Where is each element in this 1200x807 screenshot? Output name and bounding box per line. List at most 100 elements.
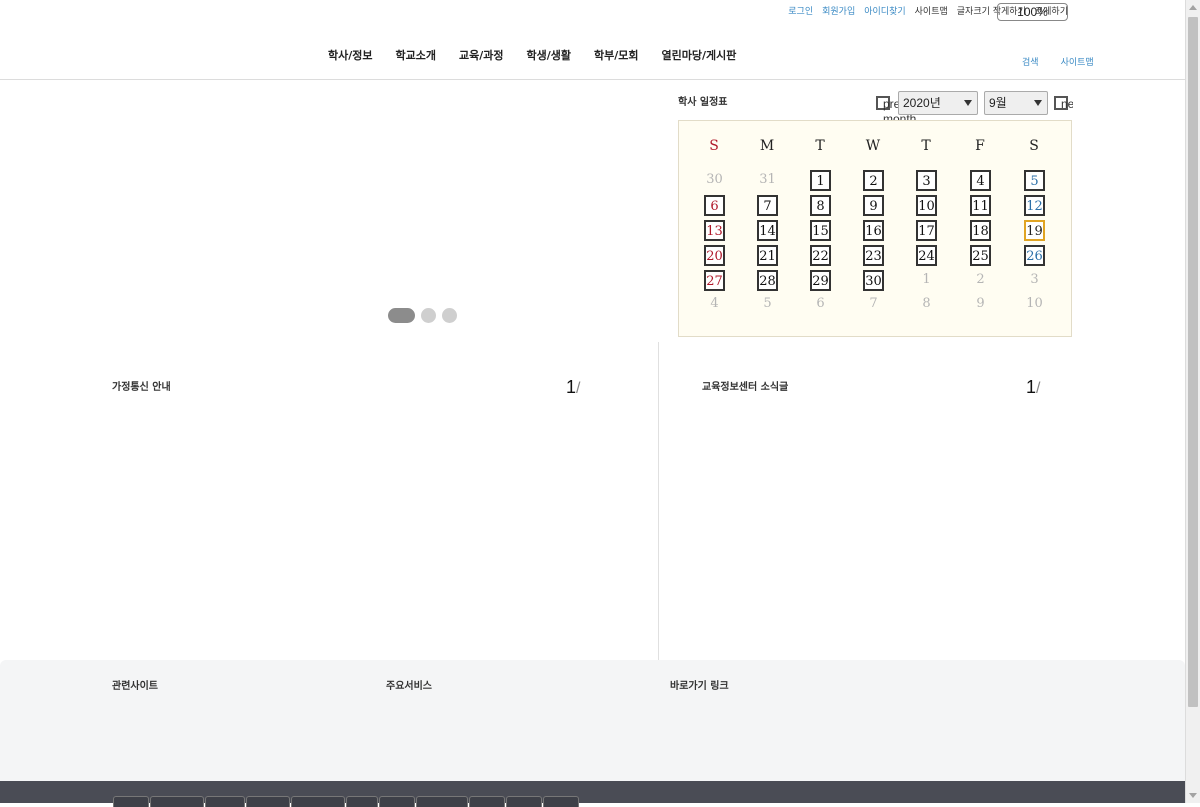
notice-page-separator: / — [576, 380, 581, 397]
notice-page-number: 1 — [566, 377, 577, 397]
nav-item-6[interactable]: 열린마당/게시판 — [661, 47, 736, 63]
footer-links-area: 관련사이트 주요서비스 바로가기 링크 — [0, 660, 1185, 781]
util-link-2[interactable]: 회원가입 — [822, 4, 855, 17]
chevron-down-icon — [1034, 100, 1042, 106]
header-divider — [0, 79, 1185, 80]
calendar-day-today[interactable]: 19 — [1024, 220, 1045, 241]
zoom-level-field[interactable]: 100% — [997, 3, 1068, 21]
footer-tab-11[interactable] — [543, 796, 579, 807]
calendar-day[interactable]: 14 — [757, 220, 778, 241]
chevron-down-icon — [964, 100, 972, 106]
util-link-4[interactable]: 사이트맵 — [915, 4, 948, 17]
calendar-day[interactable]: 4 — [970, 170, 991, 191]
month-select-value: 9월 — [989, 96, 1007, 110]
calendar-day[interactable]: 7 — [757, 195, 778, 216]
scroll-up-icon[interactable] — [1189, 5, 1197, 10]
nav-item-2[interactable]: 학교소개 — [396, 47, 436, 63]
footer-tab-9[interactable] — [469, 796, 505, 807]
year-select-value: 2020년 — [903, 96, 941, 110]
month-select[interactable]: 9월 — [984, 91, 1048, 115]
calendar-day[interactable]: 12 — [1024, 195, 1045, 216]
calendar-day[interactable]: 29 — [810, 270, 831, 291]
page: 로그인 회원가입 아이디찾기 사이트맵 글자크기 작게하기 크게하기 100% 학사/정보… — [0, 0, 1185, 807]
calendar-day-other-month: 4 — [710, 296, 719, 311]
slider-dot-2[interactable] — [421, 308, 436, 323]
calendar-day[interactable]: 2 — [863, 170, 884, 191]
calendar-day[interactable]: 13 — [704, 220, 725, 241]
calendar-day-other-month: 30 — [706, 172, 723, 187]
util-link-1[interactable]: 로그인 — [788, 4, 813, 17]
calendar-day[interactable]: 8 — [810, 195, 831, 216]
weekday-header: T — [921, 138, 931, 154]
nav-item-3[interactable]: 교육/과정 — [459, 47, 504, 63]
calendar-day[interactable]: 16 — [863, 220, 884, 241]
calendar-day[interactable]: 3 — [916, 170, 937, 191]
calendar-day[interactable]: 5 — [1024, 170, 1045, 191]
news-page-number: 1 — [1026, 377, 1037, 397]
calendar-day[interactable]: 20 — [704, 245, 725, 266]
search-link[interactable]: 검색 — [1022, 55, 1039, 68]
footer-tab-2[interactable] — [150, 796, 204, 807]
calendar-day[interactable]: 23 — [863, 245, 884, 266]
calendar-day-other-month: 10 — [1026, 296, 1043, 311]
footer-tab-6[interactable] — [346, 796, 378, 807]
calendar-day[interactable]: 1 — [810, 170, 831, 191]
calendar-day[interactable]: 26 — [1024, 245, 1045, 266]
calendar-day-other-month: 9 — [976, 296, 985, 311]
calendar-day-other-month: 6 — [816, 296, 825, 311]
weekday-header: M — [759, 138, 775, 154]
calendar-day-other-month: 2 — [976, 272, 985, 287]
calendar-day[interactable]: 11 — [970, 195, 991, 216]
footer-tab-10[interactable] — [506, 796, 542, 807]
calendar-day-other-month: 31 — [759, 172, 776, 187]
util-link-3[interactable]: 아이디찾기 — [864, 4, 905, 17]
calendar-day[interactable]: 27 — [704, 270, 725, 291]
nav-item-5[interactable]: 학부/모회 — [594, 47, 639, 63]
news-page-separator: / — [1036, 380, 1041, 397]
footer-title-shortcuts: 바로가기 링크 — [670, 681, 729, 692]
calendar-day[interactable]: 18 — [970, 220, 991, 241]
calendar-title: 학사 일정표 — [678, 97, 728, 108]
calendar-day[interactable]: 9 — [863, 195, 884, 216]
nav-item-1[interactable]: 학사/정보 — [328, 47, 373, 63]
footer-tab-3[interactable] — [205, 796, 245, 807]
calendar-day[interactable]: 28 — [757, 270, 778, 291]
slider-dot-1[interactable] — [388, 308, 415, 323]
calendar-day[interactable]: 25 — [970, 245, 991, 266]
calendar-day[interactable]: 22 — [810, 245, 831, 266]
calendar-day[interactable]: 21 — [757, 245, 778, 266]
footer-tab-4[interactable] — [246, 796, 290, 807]
footer-tab-1[interactable] — [113, 796, 149, 807]
calendar-day[interactable]: 30 — [863, 270, 884, 291]
weekday-header: T — [815, 138, 825, 154]
next-month-label: next month — [1061, 97, 1073, 111]
slider-pagination — [388, 308, 457, 323]
news-panel-title: 교육정보센터 소식글 — [702, 382, 789, 393]
footer-title-related: 관련사이트 — [112, 681, 158, 692]
footer-tab-8[interactable] — [416, 796, 468, 807]
nav-item-4[interactable]: 학생/생활 — [526, 47, 571, 63]
weekday-header: S — [709, 138, 719, 154]
slider-dot-3[interactable] — [442, 308, 457, 323]
calendar-day[interactable]: 24 — [916, 245, 937, 266]
calendar-day-other-month: 5 — [763, 296, 772, 311]
sitemap-link[interactable]: 사이트맵 — [1061, 55, 1094, 68]
calendar-day[interactable]: 10 — [916, 195, 937, 216]
footer-tab-5[interactable] — [291, 796, 345, 807]
year-select[interactable]: 2020년 — [898, 91, 978, 115]
calendar-day[interactable]: 15 — [810, 220, 831, 241]
weekday-header: F — [975, 138, 985, 154]
calendar-day-other-month: 3 — [1030, 272, 1039, 287]
scrollbar-thumb[interactable] — [1188, 17, 1198, 707]
scroll-down-icon[interactable] — [1189, 793, 1197, 798]
main-nav: 학사/정보 학교소개 교육/과정 학생/생활 학부/모회 열린마당/게시판 — [328, 47, 759, 63]
footer-tab-7[interactable] — [379, 796, 415, 807]
vertical-scrollbar[interactable] — [1185, 0, 1200, 803]
notice-panel-title: 가정통신 안내 — [112, 382, 171, 393]
calendar-day[interactable]: 17 — [916, 220, 937, 241]
news-pager: 1/ — [1026, 377, 1040, 398]
calendar-day[interactable]: 6 — [704, 195, 725, 216]
header-right-links: 검색 사이트맵 — [1022, 55, 1094, 68]
weekday-header: S — [1029, 138, 1039, 154]
notice-pager: 1/ — [566, 377, 580, 398]
